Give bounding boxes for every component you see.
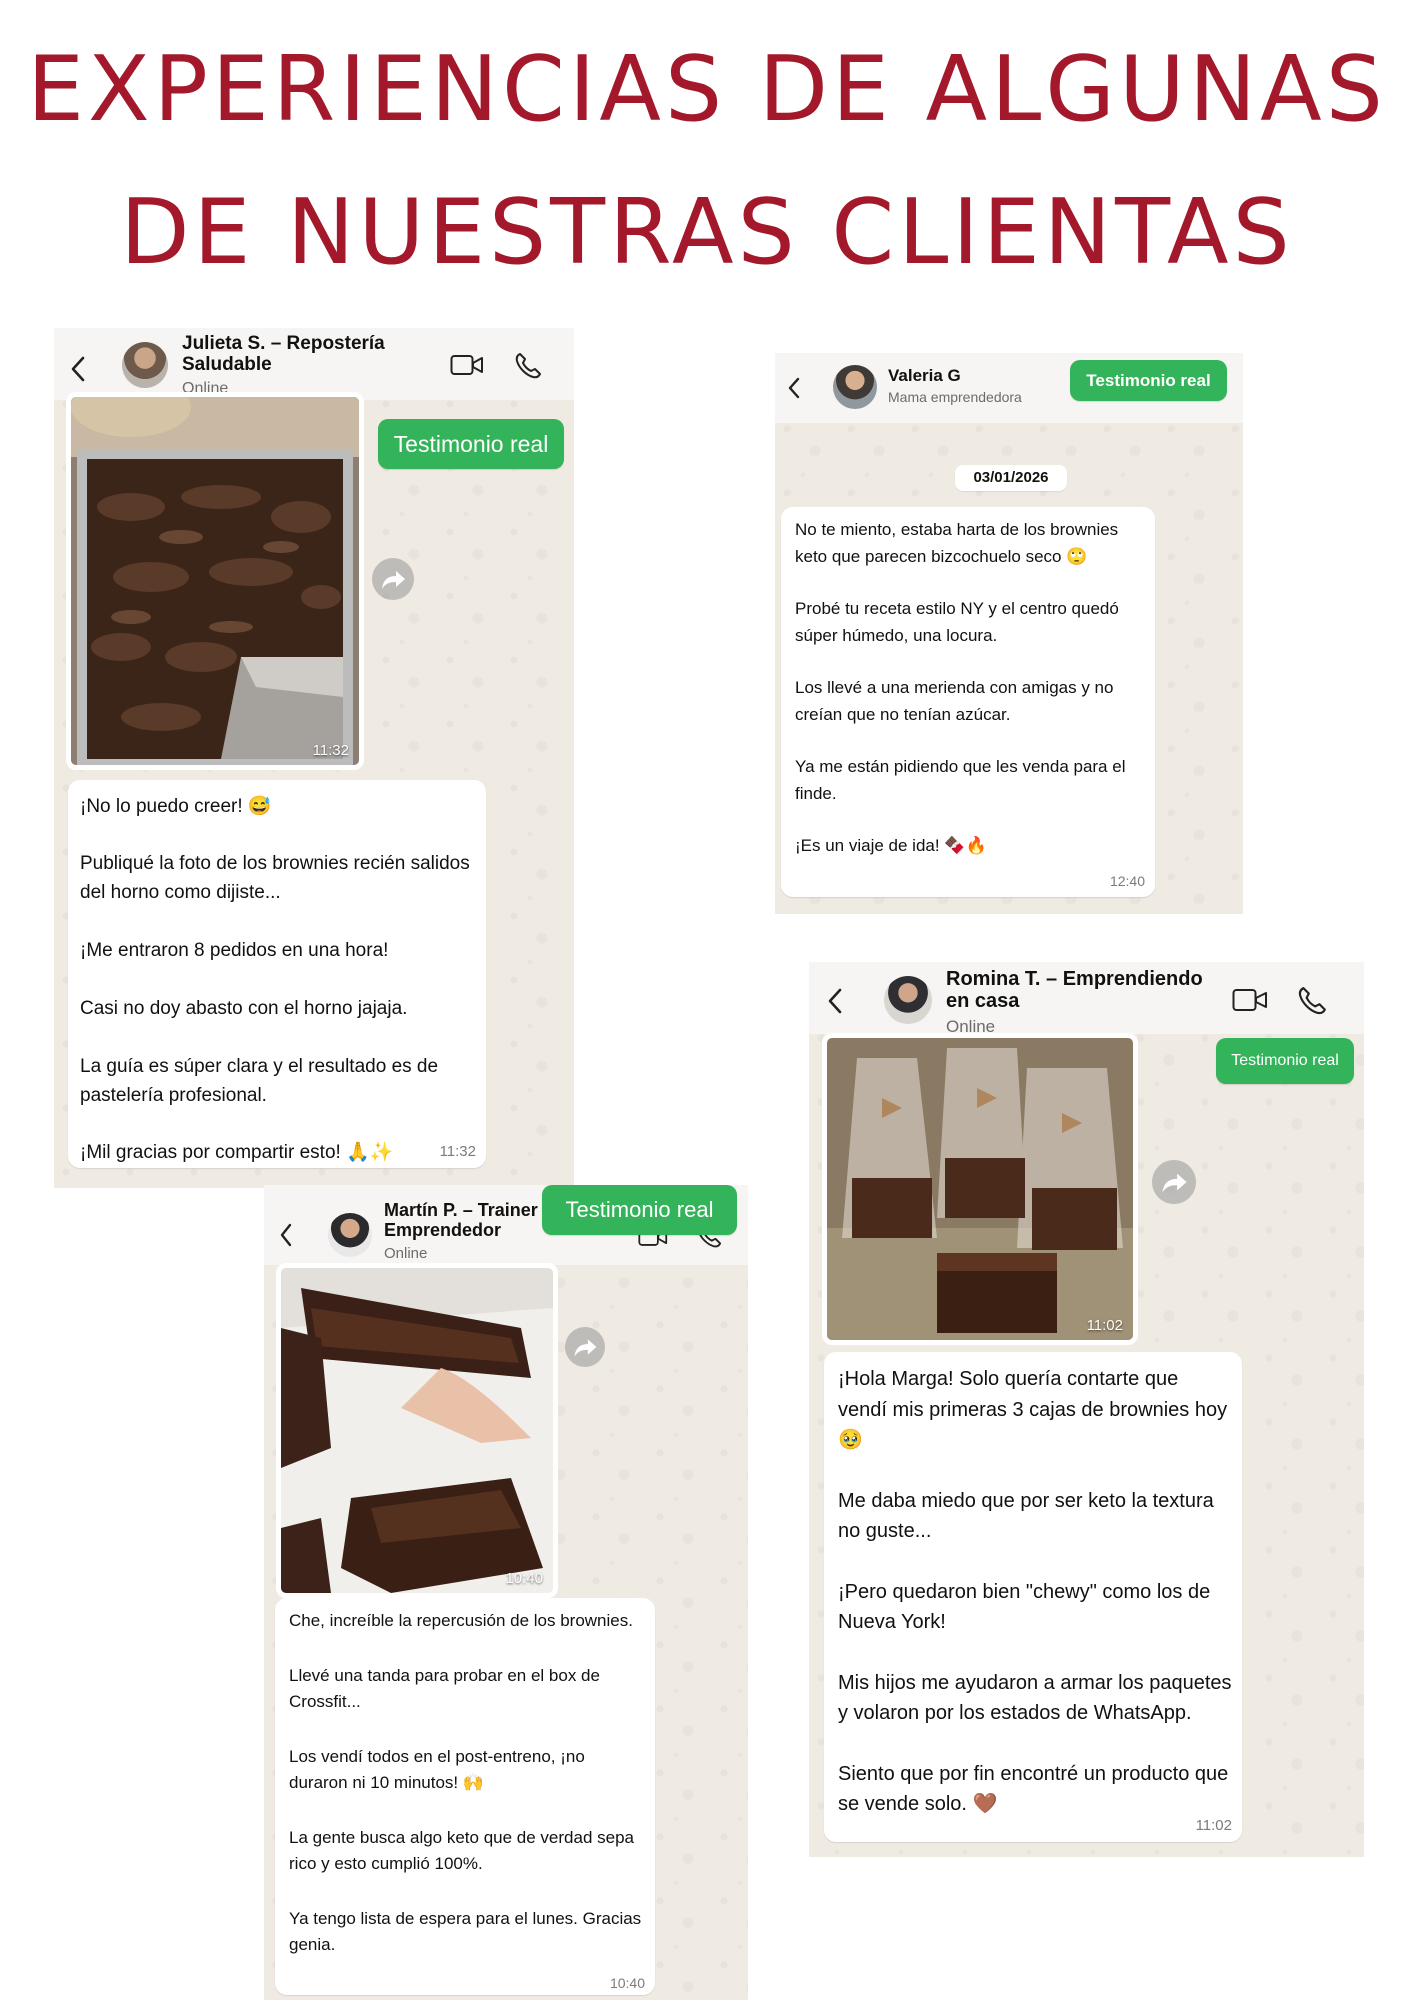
- contact-name-line-2: Emprendedor: [384, 1219, 502, 1240]
- message-line: Siento que por fin encontré un producto …: [838, 1762, 1229, 1816]
- forward-icon: [382, 571, 405, 589]
- contact-status: Online: [384, 1245, 428, 1262]
- phone-call-icon[interactable]: [1297, 986, 1327, 1016]
- testimonio-real-badge: Testimonio real: [378, 419, 564, 469]
- contact-subtitle: Mama emprendedora: [888, 389, 1022, 405]
- back-arrow-icon[interactable]: [279, 1223, 293, 1247]
- message-line: Ya tengo lista de espera para el lunes. …: [289, 1908, 642, 1955]
- message-line: Publiqué la foto de los brownies recién …: [80, 853, 470, 903]
- brownie-bags-photo[interactable]: 11:02: [822, 1033, 1138, 1345]
- photo-timestamp: 11:02: [1086, 1317, 1123, 1334]
- video-call-icon[interactable]: [1232, 988, 1268, 1012]
- message-line: Ya me están pidiendo que les venda para …: [795, 757, 1126, 803]
- contact-name-line-2: Saludable: [182, 353, 272, 375]
- message-line: ¡Pero quedaron bien "chewy" como los de …: [838, 1580, 1211, 1634]
- back-arrow-icon[interactable]: [787, 377, 801, 399]
- date-chip: 03/01/2026: [955, 465, 1067, 491]
- message-bubble: ¡No lo puedo creer! 😅 Publiqué la foto d…: [68, 780, 486, 1168]
- message-timestamp: 11:32: [439, 1143, 476, 1160]
- brownie-bags-image: [827, 1038, 1133, 1340]
- message-line: ¡Mil gracias por compartir esto! 🙏✨: [80, 1142, 394, 1163]
- forward-icon: [574, 1339, 597, 1357]
- avatar[interactable]: [884, 976, 932, 1024]
- brownie-tray-photo[interactable]: 11:32: [66, 392, 364, 770]
- message-bubble: Che, increíble la repercusión de los bro…: [275, 1598, 655, 1995]
- chat-screenshot-martin: Martín P. – Trainer Emprendedor Online T…: [264, 1185, 748, 2000]
- testimonio-real-badge: Testimonio real: [1216, 1038, 1354, 1084]
- message-timestamp: 12:40: [1109, 873, 1145, 889]
- message-timestamp: 10:40: [609, 1975, 645, 1991]
- phone-call-icon[interactable]: [514, 352, 542, 380]
- contact-name-line-1: Romina T. – Emprendiendo: [946, 968, 1203, 990]
- message-line: No te miento, estaba harta de los browni…: [795, 520, 1119, 566]
- message-timestamp: 11:02: [1195, 1817, 1232, 1834]
- message-line: ¡Me entraron 8 pedidos en una hora!: [80, 940, 389, 961]
- chat-header: Julieta S. – Repostería Saludable Online: [54, 328, 574, 400]
- contact-name: Valeria G: [888, 366, 961, 385]
- contact-name-line-1: Julieta S. – Repostería: [182, 333, 385, 354]
- message-line: Los llevé a una merienda con amigas y no…: [795, 678, 1114, 724]
- contact-name-line-1: Martín P. – Trainer: [384, 1200, 538, 1220]
- forward-button[interactable]: [1152, 1160, 1196, 1204]
- brownie-hand-photo[interactable]: 10:40: [276, 1263, 558, 1598]
- message-line: La guía es súper clara y el resultado es…: [80, 1056, 439, 1106]
- message-line: Probé tu receta estilo NY y el centro qu…: [795, 599, 1119, 645]
- chat-screenshot-valeria: Valeria G Mama emprendedora Testimonio r…: [775, 353, 1243, 914]
- testimonio-real-badge: Testimonio real: [1070, 360, 1227, 401]
- chat-header: Romina T. – Emprendiendo en casa Online: [809, 962, 1364, 1036]
- chat-screenshot-romina: Romina T. – Emprendiendo en casa Online …: [809, 962, 1364, 1857]
- message-line: ¡Es un viaje de ida! 🍫🔥: [795, 836, 987, 855]
- message-line: ¡Hola Marga! Solo quería contarte que ve…: [838, 1368, 1228, 1451]
- avatar[interactable]: [122, 342, 168, 388]
- page-title-line-2: DE NUESTRAS CLIENTAS: [120, 180, 1294, 285]
- forward-button[interactable]: [565, 1327, 605, 1367]
- page-title-line-1: EXPERIENCIAS DE ALGUNAS: [27, 37, 1387, 142]
- message-line: Casi no doy abasto con el horno jajaja.: [80, 998, 408, 1019]
- forward-button[interactable]: [372, 558, 414, 600]
- message-line: ¡No lo puedo creer! 😅: [80, 796, 272, 817]
- avatar[interactable]: [833, 365, 877, 409]
- video-call-icon[interactable]: [450, 354, 484, 376]
- testimonio-real-badge: Testimonio real: [542, 1185, 737, 1235]
- back-arrow-icon[interactable]: [70, 356, 86, 382]
- message-line: Llevé una tanda para probar en el box de…: [289, 1665, 600, 1712]
- brownie-tray-image: [71, 397, 359, 765]
- avatar[interactable]: [328, 1213, 372, 1257]
- chat-screenshot-julieta: Julieta S. – Repostería Saludable Online…: [54, 328, 574, 1188]
- message-line: Los vendí todos en el post-entreno, ¡no …: [289, 1746, 585, 1793]
- message-line: La gente busca algo keto que de verdad s…: [289, 1827, 634, 1874]
- chat-header: Valeria G Mama emprendedora Testimonio r…: [775, 353, 1243, 423]
- photo-timestamp: 10:40: [505, 1570, 543, 1587]
- message-line: Mis hijos me ayudaron a armar los paquet…: [838, 1671, 1232, 1725]
- message-line: Me daba miedo que por ser keto la textur…: [838, 1489, 1214, 1543]
- forward-icon: [1162, 1173, 1187, 1193]
- contact-name-line-2: en casa: [946, 990, 1020, 1012]
- photo-timestamp: 11:32: [312, 742, 349, 759]
- message-bubble: No te miento, estaba harta de los browni…: [781, 507, 1155, 897]
- message-line: Che, increíble la repercusión de los bro…: [289, 1611, 633, 1630]
- message-bubble: ¡Hola Marga! Solo quería contarte que ve…: [824, 1352, 1242, 1842]
- back-arrow-icon[interactable]: [827, 988, 843, 1014]
- brownie-hand-image: [281, 1268, 553, 1593]
